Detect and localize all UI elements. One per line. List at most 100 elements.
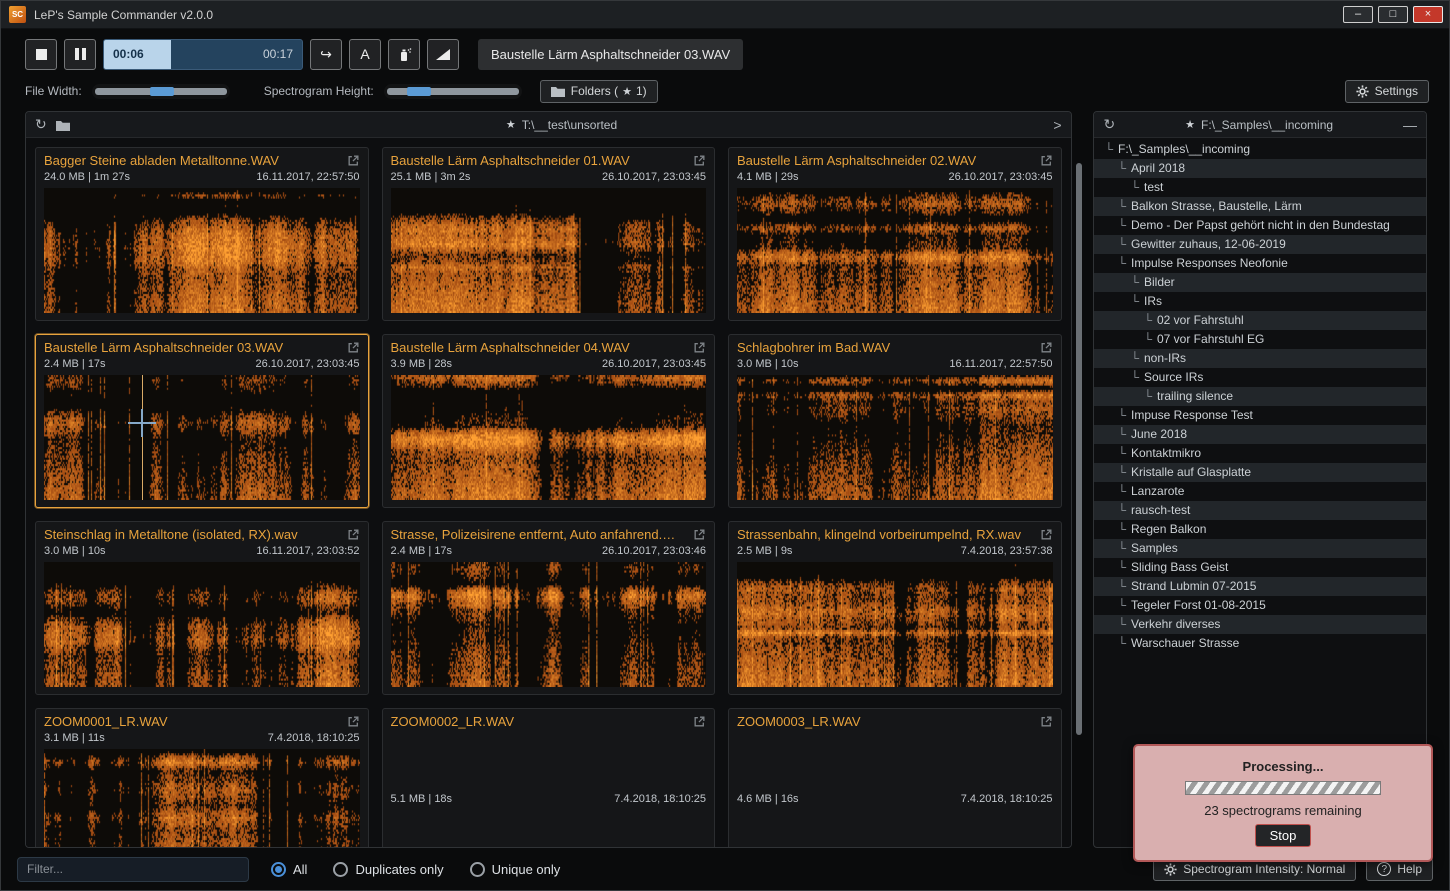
spectrogram[interactable] — [737, 562, 1053, 687]
external-link-icon[interactable] — [693, 341, 706, 354]
folder-icon[interactable] — [56, 117, 70, 133]
file-card[interactable]: ZOOM0003_LR.WAV 4.6 MB | 16s 7.4.2018, 1… — [728, 708, 1062, 847]
tree-item[interactable]: └ Sliding Bass Geist — [1094, 558, 1426, 577]
spectrogram-canvas — [44, 188, 360, 313]
spectrogram[interactable] — [391, 375, 707, 500]
filter-input[interactable] — [17, 857, 249, 882]
external-link-icon[interactable] — [693, 154, 706, 167]
spectrogram[interactable] — [391, 188, 707, 313]
refresh-icon[interactable]: ↻ — [35, 116, 47, 133]
settings-label: Settings — [1375, 84, 1418, 98]
branch-icon: └ — [1117, 159, 1126, 178]
tree-item[interactable]: └ non-IRs — [1094, 349, 1426, 368]
slider-thumb[interactable] — [407, 87, 431, 96]
tree-item[interactable]: └ Warschauer Strasse — [1094, 634, 1426, 653]
stop-processing-button[interactable]: Stop — [1255, 824, 1312, 847]
filter-radio[interactable]: Duplicates only — [333, 862, 443, 877]
spectrogram[interactable] — [44, 188, 360, 313]
file-card[interactable]: Schlagbohrer im Bad.WAV 3.0 MB | 10s 16.… — [728, 334, 1062, 508]
tree-item[interactable]: └ Bilder — [1094, 273, 1426, 292]
file-card[interactable]: Baustelle Lärm Asphaltschneider 03.WAV 2… — [35, 334, 369, 508]
folders-button[interactable]: Folders ( ★ 1) — [540, 80, 658, 103]
spectrogram[interactable] — [391, 562, 707, 687]
tree-item[interactable]: └ Balkon Strasse, Baustelle, Lärm — [1094, 197, 1426, 216]
external-link-icon[interactable] — [693, 528, 706, 541]
tree-item[interactable]: └ 02 vor Fahrstuhl — [1094, 311, 1426, 330]
branch-icon: └ — [1117, 577, 1126, 596]
tree-item[interactable]: └ 07 vor Fahrstuhl EG — [1094, 330, 1426, 349]
external-link-icon[interactable] — [347, 154, 360, 167]
tree-item[interactable]: └ June 2018 — [1094, 425, 1426, 444]
continue-playback-button[interactable]: ↪ — [310, 39, 342, 70]
branch-icon: └ — [1117, 406, 1126, 425]
refresh-icon[interactable]: ↻ — [1103, 116, 1115, 133]
spectrogram[interactable] — [737, 375, 1053, 500]
tree-item[interactable]: └ IRs — [1094, 292, 1426, 311]
tree-item[interactable]: └ Lanzarote — [1094, 482, 1426, 501]
tree-item[interactable]: └ test — [1094, 178, 1426, 197]
tree-item[interactable]: └ Source IRs — [1094, 368, 1426, 387]
file-card[interactable]: Strasse, Polizeisirene entfernt, Auto an… — [382, 521, 716, 695]
tree-item[interactable]: └ Gewitter zuhaus, 12-06-2019 — [1094, 235, 1426, 254]
tree-item-label: Impulse Responses Neofonie — [1131, 254, 1288, 273]
spectrogram[interactable] — [737, 188, 1053, 313]
tree-item[interactable]: └ trailing silence — [1094, 387, 1426, 406]
spectrogram[interactable] — [44, 375, 360, 500]
tree-item[interactable]: └ Impulse Responses Neofonie — [1094, 254, 1426, 273]
tree-item-label: Samples — [1131, 539, 1178, 558]
tree-item[interactable]: └ rausch-test — [1094, 501, 1426, 520]
external-link-icon[interactable] — [1040, 715, 1053, 728]
spectrogram-height-slider[interactable] — [384, 84, 522, 99]
slider-thumb[interactable] — [150, 87, 174, 96]
seek-bar[interactable]: 00:06 00:17 — [103, 39, 303, 70]
external-link-icon[interactable] — [347, 341, 360, 354]
tree-item[interactable]: └ Impuse Response Test — [1094, 406, 1426, 425]
settings-button[interactable]: Settings — [1345, 80, 1429, 103]
stop-button[interactable] — [25, 39, 57, 70]
folder-tree: └ F:\_Samples\__incoming └ April 2018 └ … — [1094, 138, 1426, 847]
tree-item[interactable]: └ Kontaktmikro — [1094, 444, 1426, 463]
file-card[interactable]: Strassenbahn, klingelnd vorbeirumpelnd, … — [728, 521, 1062, 695]
spray-can-button[interactable] — [388, 39, 420, 70]
file-card[interactable]: Baustelle Lärm Asphaltschneider 04.WAV 3… — [382, 334, 716, 508]
external-link-icon[interactable] — [1040, 341, 1053, 354]
tree-item[interactable]: └ Samples — [1094, 539, 1426, 558]
tree-item[interactable]: └ Kristalle auf Glasplatte — [1094, 463, 1426, 482]
tree-item[interactable]: └ F:\_Samples\__incoming — [1094, 140, 1426, 159]
external-link-icon[interactable] — [1040, 528, 1053, 541]
app-window: SC LeP's Sample Commander v2.0.0 – □ × 0… — [0, 0, 1450, 891]
tree-item[interactable]: └ Verkehr diverses — [1094, 615, 1426, 634]
tree-item[interactable]: └ Strand Lubmin 07-2015 — [1094, 577, 1426, 596]
filter-radio[interactable]: All — [271, 862, 307, 877]
maximize-button[interactable]: □ — [1378, 6, 1408, 23]
volume-button[interactable] — [427, 39, 459, 70]
tree-item[interactable]: └ Regen Balkon — [1094, 520, 1426, 539]
scrollbar-thumb[interactable] — [1076, 163, 1082, 735]
external-link-icon[interactable] — [1040, 154, 1053, 167]
scrollbar[interactable] — [1072, 111, 1086, 848]
file-card[interactable]: Steinschlag in Metalltone (isolated, RX)… — [35, 521, 369, 695]
autoplay-button[interactable]: A — [349, 39, 381, 70]
spectrogram-canvas — [44, 375, 360, 500]
file-width-slider[interactable] — [92, 84, 230, 99]
file-card[interactable]: Bagger Steine abladen Metalltonne.WAV 24… — [35, 147, 369, 321]
pause-button[interactable] — [64, 39, 96, 70]
panel-expand-button[interactable]: > — [1053, 117, 1061, 133]
minimize-button[interactable]: – — [1343, 6, 1373, 23]
tree-item[interactable]: └ April 2018 — [1094, 159, 1426, 178]
file-card[interactable]: ZOOM0002_LR.WAV 5.1 MB | 18s 7.4.2018, 1… — [382, 708, 716, 847]
collapse-panel-button[interactable]: — — [1403, 117, 1417, 133]
tree-item[interactable]: └ Tegeler Forst 01-08-2015 — [1094, 596, 1426, 615]
file-card[interactable]: Baustelle Lärm Asphaltschneider 01.WAV 2… — [382, 147, 716, 321]
file-card[interactable]: Baustelle Lärm Asphaltschneider 02.WAV 4… — [728, 147, 1062, 321]
file-card[interactable]: ZOOM0001_LR.WAV 3.1 MB | 11s 7.4.2018, 1… — [35, 708, 369, 847]
spectrogram[interactable] — [44, 749, 360, 847]
external-link-icon[interactable] — [693, 715, 706, 728]
tree-item[interactable]: └ Demo - Der Papst gehört nicht in den B… — [1094, 216, 1426, 235]
tree-item-label: Kontaktmikro — [1131, 444, 1201, 463]
close-button[interactable]: × — [1413, 6, 1443, 23]
filter-radio[interactable]: Unique only — [470, 862, 561, 877]
external-link-icon[interactable] — [347, 528, 360, 541]
external-link-icon[interactable] — [347, 715, 360, 728]
spectrogram[interactable] — [44, 562, 360, 687]
